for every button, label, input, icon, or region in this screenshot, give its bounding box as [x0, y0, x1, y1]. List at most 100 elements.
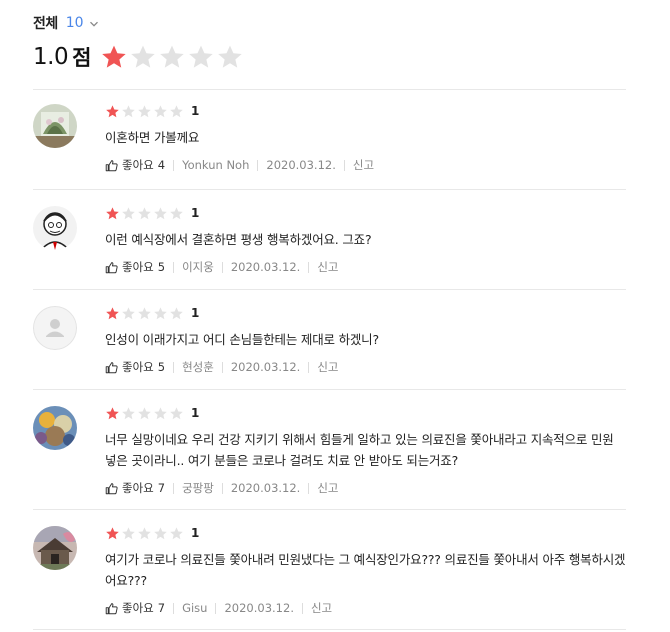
divider	[221, 361, 223, 373]
review-author[interactable]: Gisu	[182, 601, 207, 615]
divider	[257, 159, 259, 171]
thumbs-up-icon	[105, 361, 118, 373]
rating-number: 1	[191, 406, 200, 420]
review-meta: 좋아요 7 궁팡팡 2020.03.12. 신고	[105, 481, 626, 495]
review-date: 2020.03.12.	[230, 481, 301, 495]
thumbs-up-icon	[105, 482, 118, 494]
avatar[interactable]	[33, 206, 77, 250]
divider	[173, 261, 175, 273]
review-text: 이혼하면 가볼께요	[105, 130, 200, 145]
star-icon	[170, 206, 183, 219]
review-text: 너무 실망이네요 우리 건강 지키기 위해서 힘들게 일하고 있는 의료진을 쫓…	[105, 432, 614, 468]
star-icon	[170, 406, 183, 419]
like-label: 좋아요	[122, 481, 154, 495]
divider	[221, 482, 223, 494]
like-button[interactable]: 좋아요 5	[105, 259, 165, 275]
like-button[interactable]: 좋아요 5	[105, 359, 165, 375]
rating-number: 1	[191, 104, 200, 118]
review-rating: 1	[105, 206, 626, 220]
like-count: 5	[157, 360, 166, 374]
star-icon	[102, 45, 127, 68]
like-count: 7	[157, 481, 166, 495]
avatar[interactable]	[33, 104, 77, 148]
divider	[173, 361, 175, 373]
star-icon	[122, 526, 135, 539]
like-button[interactable]: 좋아요 7	[105, 480, 165, 496]
star-icon	[138, 406, 151, 419]
report-button[interactable]: 신고	[353, 157, 374, 173]
star-icon	[106, 526, 119, 539]
divider	[173, 482, 175, 494]
score-value: 1.0	[33, 44, 69, 70]
chevron-down-icon	[89, 21, 98, 27]
filter-dropdown[interactable]: 전체 10	[33, 12, 633, 34]
divider	[343, 159, 345, 171]
report-button[interactable]: 신고	[317, 480, 338, 496]
reviews-header: 전체 10 1.0 점	[33, 12, 633, 73]
star-icon	[154, 306, 167, 319]
review-author[interactable]: 현성훈	[182, 359, 214, 375]
avatar[interactable]	[33, 526, 77, 570]
avatar[interactable]	[33, 406, 77, 450]
review-date: 2020.03.12.	[266, 158, 336, 172]
star-icon	[154, 206, 167, 219]
like-button[interactable]: 좋아요 4	[105, 157, 165, 173]
report-button[interactable]: 신고	[311, 600, 332, 616]
review-meta: 좋아요 5 현성훈 2020.03.12. 신고	[105, 360, 626, 374]
review-item: 1 인성이 이래가지고 어디 손님들한테는 제대로 하겠니? 좋아요 5 현성훈…	[33, 290, 626, 390]
star-icon	[218, 45, 243, 68]
star-icon	[138, 526, 151, 539]
review-date: 2020.03.12.	[230, 260, 301, 274]
review-item: 1 여기가 코로나 의료진들 쫓아내려 민원냈다는 그 예식장인가요??? 의료…	[33, 510, 626, 630]
divider	[301, 602, 303, 614]
review-text: 이런 예식장에서 결혼하면 평생 행복하겠어요. 그죠?	[105, 232, 372, 247]
like-count: 4	[157, 158, 166, 172]
average-score: 1.0 점	[33, 41, 633, 73]
star-icon	[170, 526, 183, 539]
review-item: 1 이혼하면 가볼께요 좋아요 4 Yonkun Noh 2020.03.12.…	[33, 90, 626, 190]
star-icon	[122, 206, 135, 219]
star-icon	[154, 104, 167, 117]
avatar[interactable]	[33, 306, 77, 350]
star-icon	[138, 306, 151, 319]
thumbs-up-icon	[105, 159, 118, 171]
review-author[interactable]: 궁팡팡	[182, 480, 214, 496]
divider	[173, 159, 175, 171]
review-author[interactable]: 이지웅	[182, 259, 214, 275]
like-label: 좋아요	[122, 601, 154, 615]
star-icon	[138, 206, 151, 219]
filter-label: 전체	[33, 16, 58, 32]
like-label: 좋아요	[122, 360, 154, 374]
star-icon	[106, 206, 119, 219]
review-text: 인성이 이래가지고 어디 손님들한테는 제대로 하겠니?	[105, 332, 379, 347]
review-text: 여기가 코로나 의료진들 쫓아내려 민원냈다는 그 예식장인가요??? 의료진들…	[105, 552, 626, 588]
star-icon	[170, 104, 183, 117]
review-meta: 좋아요 7 Gisu 2020.03.12. 신고	[105, 601, 626, 615]
like-count: 7	[157, 601, 166, 615]
star-icon	[106, 104, 119, 117]
like-label: 좋아요	[122, 260, 154, 274]
review-rating: 1	[105, 526, 626, 540]
review-date: 2020.03.12.	[230, 360, 301, 374]
star-icon	[189, 45, 214, 68]
star-icon	[138, 104, 151, 117]
divider	[308, 482, 310, 494]
report-button[interactable]: 신고	[317, 259, 338, 275]
like-button[interactable]: 좋아요 7	[105, 600, 165, 616]
star-icon	[131, 45, 156, 68]
review-meta: 좋아요 5 이지웅 2020.03.12. 신고	[105, 260, 626, 274]
like-count: 5	[157, 260, 166, 274]
divider	[308, 261, 310, 273]
star-icon	[122, 306, 135, 319]
score-unit: 점	[72, 46, 92, 70]
star-icon	[170, 306, 183, 319]
star-icon	[122, 406, 135, 419]
review-item: 1 이런 예식장에서 결혼하면 평생 행복하겠어요. 그죠? 좋아요 5 이지웅…	[33, 190, 626, 290]
rating-number: 1	[191, 306, 200, 320]
report-button[interactable]: 신고	[317, 359, 338, 375]
divider	[215, 602, 217, 614]
review-author[interactable]: Yonkun Noh	[182, 158, 249, 172]
rating-number: 1	[191, 526, 200, 540]
thumbs-up-icon	[105, 602, 118, 614]
review-meta: 좋아요 4 Yonkun Noh 2020.03.12. 신고	[105, 158, 626, 172]
